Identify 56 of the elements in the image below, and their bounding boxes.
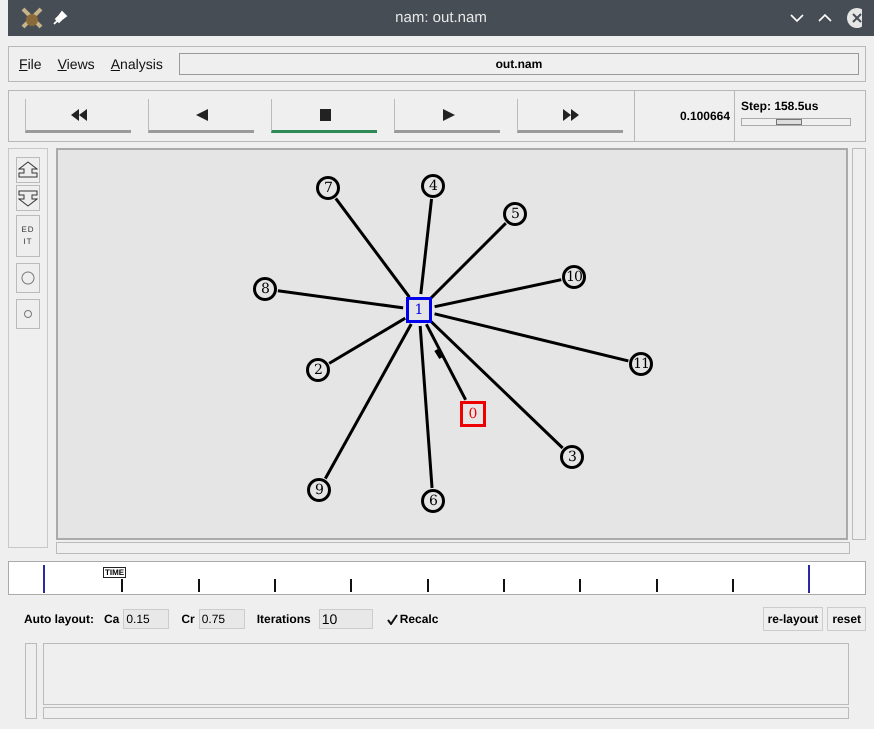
- input-field[interactable]: 0.75: [198, 609, 245, 629]
- horizontal-scrollbar[interactable]: [43, 707, 849, 719]
- menu-item[interactable]: Analysis: [110, 54, 163, 74]
- field-label: Cr: [181, 611, 195, 628]
- close-icon[interactable]: [846, 7, 862, 29]
- node-button[interactable]: [16, 263, 40, 293]
- tick-mark: [121, 579, 123, 592]
- menu-item[interactable]: Views: [58, 54, 95, 74]
- packet-icon: [434, 348, 443, 360]
- vertical-scrollbar[interactable]: [25, 643, 37, 719]
- pin-icon[interactable]: [52, 10, 68, 26]
- rewind-icon: [70, 108, 88, 122]
- tick-mark: [732, 579, 734, 592]
- tick-mark: [579, 579, 581, 592]
- time-readout: 0.100664: [680, 108, 730, 125]
- field-label: Iterations: [256, 611, 311, 628]
- minimize-icon[interactable]: [790, 13, 804, 23]
- start-marker: [43, 565, 45, 593]
- down-arrow-icon: [18, 189, 38, 207]
- square-node[interactable]: 0: [460, 401, 486, 427]
- up-arrow-icon: [18, 161, 38, 179]
- input-field[interactable]: 10: [318, 609, 373, 629]
- tick-mark: [427, 579, 429, 592]
- field-label: Ca: [104, 611, 120, 628]
- maximize-icon[interactable]: [818, 13, 832, 23]
- small-node-button[interactable]: [16, 299, 40, 329]
- tick-mark: [656, 579, 658, 592]
- zoom-in-button[interactable]: [16, 157, 40, 183]
- tick-mark: [198, 579, 200, 592]
- layout-button[interactable]: re-layout: [762, 607, 824, 631]
- tick-mark: [274, 579, 276, 592]
- edit-button[interactable]: EDIT: [16, 215, 40, 257]
- app-logo-icon: [20, 6, 44, 30]
- tick-mark: [503, 579, 505, 592]
- circle-icon: [21, 271, 35, 285]
- time-marker[interactable]: TIME: [103, 567, 126, 578]
- tick-mark: [350, 579, 352, 592]
- recalc-checkbox[interactable]: Recalc: [386, 610, 438, 628]
- layout-button[interactable]: reset: [827, 607, 866, 631]
- fast-forward-icon: [562, 108, 580, 122]
- check-icon: [387, 614, 398, 624]
- vertical-scrollbar[interactable]: [852, 148, 866, 540]
- end-marker: [808, 565, 810, 593]
- input-field[interactable]: 0.15: [123, 609, 170, 629]
- window-title: nam: out.nam: [395, 8, 487, 26]
- auto-layout-label: Auto layout:: [24, 611, 94, 628]
- circle-icon: [23, 309, 33, 319]
- step-slider[interactable]: [741, 118, 851, 126]
- menu-item[interactable]: File: [19, 54, 42, 74]
- zoom-out-button[interactable]: [16, 185, 40, 211]
- timeline[interactable]: TIME: [8, 561, 866, 595]
- file-name-field: out.nam: [178, 53, 859, 75]
- square-node[interactable]: 1: [406, 297, 432, 323]
- step-label: Step: 158.5us: [741, 98, 820, 115]
- horizontal-scrollbar[interactable]: [56, 542, 850, 554]
- slider-thumb[interactable]: [776, 119, 802, 125]
